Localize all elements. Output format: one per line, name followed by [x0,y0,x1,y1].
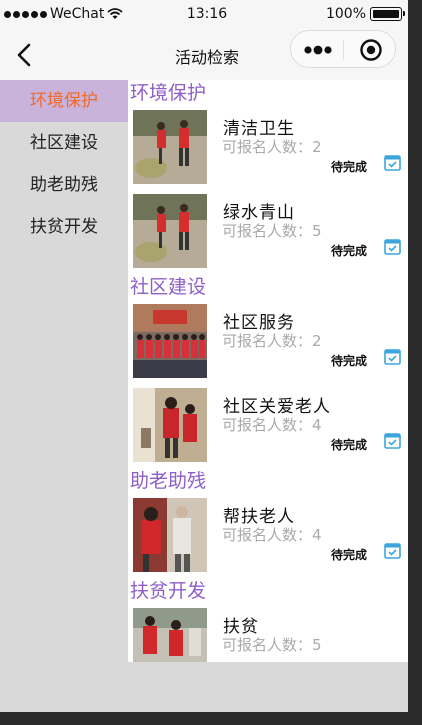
activity-status: 待完成 [331,354,368,368]
activity-card[interactable]: 社区服务 可报名人数：2 待完成 [128,300,408,384]
calendar-check-icon[interactable] [384,154,401,171]
activity-thumbnail [133,388,207,462]
activity-capacity: 可报名人数：2 [222,332,322,350]
mini-program-capsule [290,30,396,68]
activity-card[interactable]: 帮扶老人 可报名人数：4 待完成 [128,494,408,578]
capsule-divider [343,40,344,60]
section-title: 扶贫开发 [130,580,207,602]
activity-thumbnail [133,608,207,662]
section-title: 助老助残 [130,470,207,492]
section-title: 环境保护 [130,82,207,104]
target-close-icon[interactable] [359,38,383,62]
more-dots-icon[interactable] [303,44,333,56]
navigation-bar: 活动检索 [0,30,408,80]
phone-screen: WeChat 13:16 100% 活动检索 环境保护 社区建设 助老助残 扶贫… [0,0,408,712]
activity-thumbnail [133,498,207,572]
calendar-check-icon[interactable] [384,238,401,255]
activity-thumbnail [133,304,207,378]
sidebar-item-community[interactable]: 社区建设 [0,122,128,164]
activity-thumbnail [133,110,207,184]
activity-card[interactable]: 社区关爱老人 可报名人数：4 待完成 [128,384,408,468]
sidebar-item-elderly-disabled[interactable]: 助老助残 [0,164,128,206]
activity-status: 待完成 [331,160,368,174]
calendar-check-icon[interactable] [384,348,401,365]
activity-status: 待完成 [331,438,368,452]
status-right: 100% [325,6,405,22]
battery-icon [370,7,405,21]
sidebar-item-environment[interactable]: 环境保护 [0,80,128,122]
activity-card[interactable]: 绿水青山 可报名人数：5 待完成 [128,190,408,274]
category-sidebar: 环境保护 社区建设 助老助残 扶贫开发 [0,80,128,712]
calendar-check-icon[interactable] [384,432,401,449]
activity-capacity: 可报名人数：5 [222,222,322,240]
activity-status: 待完成 [331,244,368,258]
calendar-check-icon[interactable] [384,542,401,559]
section-title: 社区建设 [130,276,207,298]
sidebar-item-poverty[interactable]: 扶贫开发 [0,206,128,248]
activity-capacity: 可报名人数：4 [222,416,322,434]
status-bar: WeChat 13:16 100% [0,0,408,30]
activity-card[interactable]: 扶贫 可报名人数：5 [128,604,408,662]
activity-card[interactable]: 清洁卫生 可报名人数：2 待完成 [128,106,408,190]
activity-status: 待完成 [331,548,368,562]
activity-capacity: 可报名人数：4 [222,526,322,544]
activity-list: 环境保护 清洁卫生 可报名人数：2 待完成 绿水青山 可报名人数：5 待完成 社… [128,80,408,662]
activity-thumbnail [133,194,207,268]
activity-capacity: 可报名人数：2 [222,138,322,156]
activity-capacity: 可报名人数：5 [222,636,322,654]
bottom-filler [128,662,408,712]
battery-percent: 100% [325,6,366,22]
